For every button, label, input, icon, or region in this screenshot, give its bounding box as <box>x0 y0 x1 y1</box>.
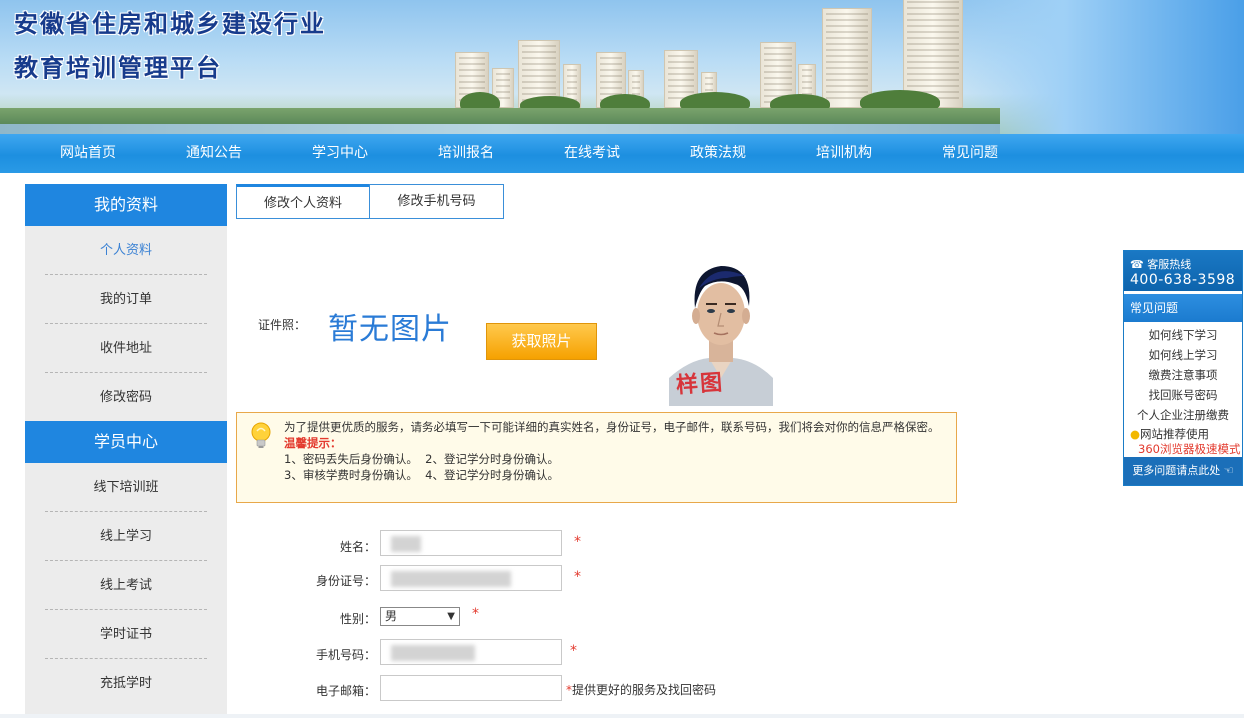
faq-item-payment-notes[interactable]: 缴费注意事项 <box>1124 365 1242 385</box>
gender-required-mark: * <box>472 606 479 622</box>
get-photo-button[interactable]: 获取照片 <box>486 323 597 360</box>
dropdown-arrow-icon: ▼ <box>447 611 455 622</box>
gender-selected-value: 男 <box>385 609 398 623</box>
email-hint: *提供更好的服务及找回密码 <box>566 681 716 698</box>
more-faq-text: 更多问题请点此处 <box>1132 464 1221 477</box>
redacted-value <box>391 571 511 587</box>
banner-water <box>0 124 1000 134</box>
sidebar-item-personal-info[interactable]: 个人资料 <box>25 226 227 275</box>
phone-label: 手机号码： <box>315 648 376 662</box>
faq-item-recover-account[interactable]: 找回账号密码 <box>1124 385 1242 405</box>
nav-item-home[interactable]: 网站首页 <box>60 134 116 173</box>
sidebar-header-student-center: 学员中心 <box>25 421 227 463</box>
sidebar-item-shipping-address[interactable]: 收件地址 <box>25 324 227 373</box>
sidebar-list-my-profile: 个人资料 我的订单 收件地址 修改密码 <box>25 226 227 422</box>
hotline-box: ☎ 客服热线 400-638-3598 <box>1124 251 1242 291</box>
sidebar-header-my-profile: 我的资料 <box>25 184 227 226</box>
tab-edit-profile[interactable]: 修改个人资料 <box>236 184 370 219</box>
id-number-required-mark: * <box>574 569 581 585</box>
sidebar-item-change-password[interactable]: 修改密码 <box>25 373 227 422</box>
notice-tip-line2: 3、审核学费时身份确认。 4、登记学分时身份确认。 <box>284 468 559 482</box>
banner-building <box>822 8 872 108</box>
gender-label: 性别： <box>339 612 376 626</box>
redacted-value <box>391 645 475 661</box>
id-photo-label: 证件照： <box>258 318 307 332</box>
phone-required-mark: * <box>570 643 577 659</box>
recommended-browser: 360浏览器极速模式 <box>1138 442 1241 456</box>
hotline-number: 400-638-3598 <box>1130 272 1236 288</box>
sidebar-item-credit-offset[interactable]: 充抵学时 <box>25 659 227 708</box>
main-nav: 网站首页 通知公告 学习中心 培训报名 在线考试 政策法规 培训机构 常见问题 <box>0 134 1244 173</box>
nav-item-notices[interactable]: 通知公告 <box>186 134 242 173</box>
sample-stamp: 样图 <box>675 370 726 399</box>
phone-input[interactable] <box>380 639 562 665</box>
notice-tip-line1: 1、密码丢失后身份确认。 2、登记学分时身份确认。 <box>284 452 559 466</box>
notice-text: 为了提供更优质的服务，请务必填写一下可能详细的真实姓名，身份证号，电子邮件，联系… <box>284 419 949 483</box>
more-faq-link[interactable]: 更多问题请点此处 ☜ <box>1124 457 1242 485</box>
email-label: 电子邮箱： <box>315 684 376 698</box>
notice-tip-title: 温馨提示： <box>284 436 342 450</box>
nav-item-institutions[interactable]: 培训机构 <box>816 134 872 173</box>
name-input[interactable] <box>380 530 562 556</box>
id-number-input[interactable] <box>380 565 562 591</box>
sidebar-item-my-orders[interactable]: 我的订单 <box>25 275 227 324</box>
right-float-panel: ☎ 客服热线 400-638-3598 常见问题 如何线下学习 如何线上学习 缴… <box>1123 250 1243 486</box>
site-title-line1: 安徽省住房和城乡建设行业 <box>14 9 326 38</box>
no-photo-placeholder: 暂无图片 <box>328 312 452 347</box>
id-number-label: 身份证号： <box>315 574 376 588</box>
name-label: 姓名： <box>339 540 376 554</box>
phone-icon: ☎ <box>1130 258 1148 271</box>
notice-box: 为了提供更优质的服务，请务必填写一下可能详细的真实姓名，身份证号，电子邮件，联系… <box>236 412 957 503</box>
sidebar-item-credit-certificate[interactable]: 学时证书 <box>25 610 227 659</box>
faq-item-online-learning[interactable]: 如何线上学习 <box>1124 345 1242 365</box>
nav-item-faq[interactable]: 常见问题 <box>942 134 998 173</box>
sidebar-list-student-center: 线下培训班 线上学习 线上考试 学时证书 充抵学时 <box>25 463 227 714</box>
page-bottom-strip <box>0 714 1244 718</box>
site-title-line2: 教育培训管理平台 <box>14 53 222 82</box>
hand-pointer-icon: ☜ <box>1220 464 1234 477</box>
nav-item-policies[interactable]: 政策法规 <box>690 134 746 173</box>
notice-main-text: 为了提供更优质的服务，请务必填写一下可能详细的真实姓名，身份证号，电子邮件，联系… <box>284 420 940 434</box>
hotline-label: 客服热线 <box>1147 258 1192 271</box>
tab-change-phone[interactable]: 修改手机号码 <box>369 184 504 219</box>
redacted-value <box>391 536 421 552</box>
nav-item-training-signup[interactable]: 培训报名 <box>438 134 494 173</box>
recommend-label: 网站推荐使用 <box>1140 427 1210 441</box>
email-input[interactable] <box>380 675 562 701</box>
faq-item-registration-payment[interactable]: 个人企业注册缴费 <box>1124 405 1242 425</box>
nav-item-learning-center[interactable]: 学习中心 <box>312 134 368 173</box>
sidebar-item-online-exam[interactable]: 线上考试 <box>25 561 227 610</box>
site-banner: 安徽省住房和城乡建设行业 教育培训管理平台 <box>0 0 1244 134</box>
faq-list: 如何线下学习 如何线上学习 缴费注意事项 找回账号密码 个人企业注册缴费 <box>1124 322 1242 425</box>
small-bulb-icon: ● <box>1130 427 1141 441</box>
email-hint-text: 提供更好的服务及找回密码 <box>572 683 717 697</box>
name-required-mark: * <box>574 534 581 550</box>
lightbulb-icon <box>249 421 273 455</box>
sidebar-item-offline-class[interactable]: 线下培训班 <box>25 463 227 512</box>
faq-item-offline-learning[interactable]: 如何线下学习 <box>1124 325 1242 345</box>
sidebar-item-online-learning[interactable]: 线上学习 <box>25 512 227 561</box>
faq-header: 常见问题 <box>1124 294 1242 322</box>
nav-item-online-exam[interactable]: 在线考试 <box>564 134 620 173</box>
gender-select[interactable]: 男 ▼ <box>380 607 460 626</box>
browser-recommendation: ●网站推荐使用 360浏览器极速模式 <box>1124 427 1242 457</box>
